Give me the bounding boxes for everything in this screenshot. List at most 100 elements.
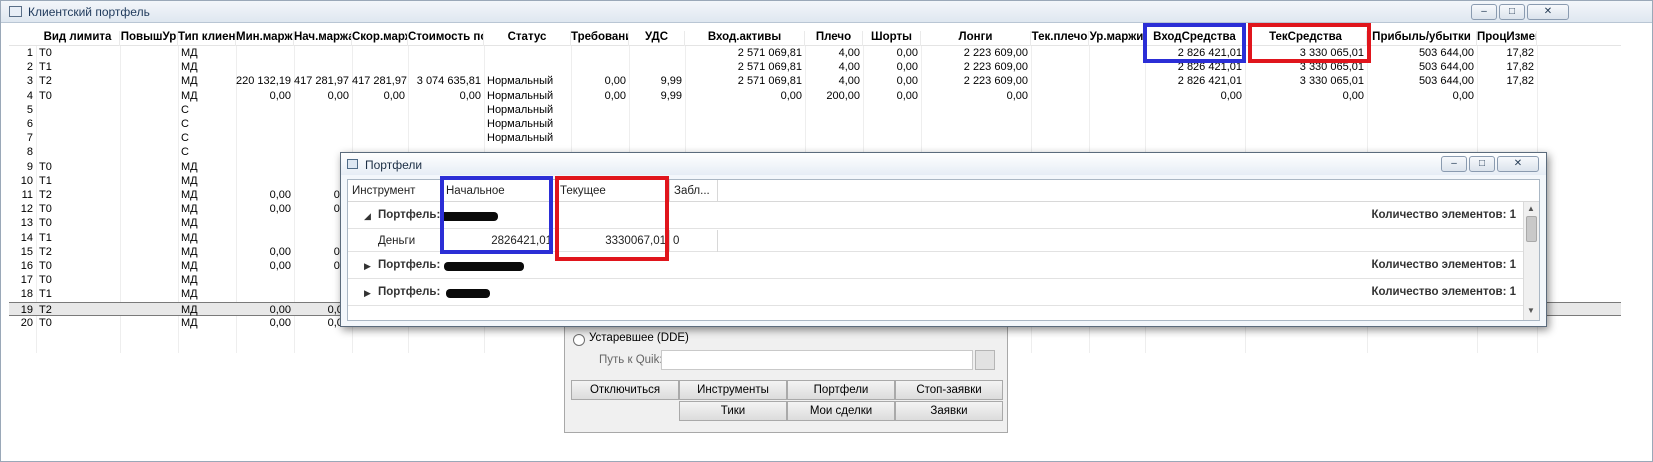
- cell-client-type: С: [181, 103, 189, 116]
- cell-client-type: МД: [181, 217, 198, 230]
- scroll-thumb[interactable]: [1526, 216, 1537, 242]
- cell-client-type: С: [181, 146, 189, 159]
- maximize-button[interactable]: □: [1499, 4, 1525, 20]
- table-row[interactable]: 7 С Нормальный: [9, 131, 1621, 145]
- my-trades-button[interactable]: Мои сделки: [787, 401, 895, 421]
- cell-limit-type: T1: [39, 174, 52, 187]
- cell-uds: 9,99: [660, 89, 682, 102]
- cell-min-margin: [236, 145, 294, 159]
- col-header-input-assets[interactable]: Вход.активы: [685, 31, 805, 46]
- cell-profit-loss: [1367, 131, 1477, 145]
- main-titlebar[interactable]: Клиентский портфель – □ ✕: [1, 1, 1652, 23]
- cell-client-type: МД: [181, 260, 198, 272]
- quik-path-input[interactable]: [661, 350, 973, 370]
- table-row[interactable]: 6 С Нормальный: [9, 117, 1621, 131]
- cell-init-margin: [294, 117, 352, 131]
- scroll-up-icon[interactable]: ▲: [1527, 204, 1535, 213]
- col-header-client-type[interactable]: Тип клиента: [178, 31, 236, 46]
- col-header-raise-level[interactable]: ПовышУр: [120, 31, 178, 46]
- group-label: Портфель:: [378, 259, 441, 271]
- col-header-longs[interactable]: Лонги: [921, 31, 1031, 46]
- cell-status: Нормальный: [487, 132, 554, 145]
- col-header-adj-margin[interactable]: Скор.маржа: [352, 31, 408, 46]
- col-header-shorts[interactable]: Шорты: [863, 31, 921, 46]
- close-button[interactable]: ✕: [1497, 156, 1539, 172]
- cell-client-type: МД: [181, 89, 198, 102]
- main-window-title: Клиентский портфель: [28, 5, 150, 19]
- col-header-cur-leverage[interactable]: Тек.плечо: [1031, 31, 1089, 46]
- col-header-limit-type[interactable]: Вид лимита: [36, 31, 120, 46]
- portfolios-button[interactable]: Портфели: [787, 380, 895, 400]
- cell-profit-loss: 503 644,00: [1418, 75, 1474, 88]
- col-header-margin-level[interactable]: Ур.маржи: [1089, 31, 1145, 46]
- cell-raise-level: [120, 103, 178, 117]
- disconnect-button[interactable]: Отключиться: [571, 380, 679, 400]
- cell-client-type: МД: [181, 274, 198, 287]
- close-button[interactable]: ✕: [1527, 4, 1569, 20]
- highlight-box-start: [440, 176, 553, 254]
- cell-init-margin: [294, 46, 352, 60]
- cell-min-margin: [236, 174, 294, 188]
- cell-input-assets: 2 571 069,81: [737, 47, 802, 59]
- cell-min-margin: [236, 160, 294, 174]
- stop-orders-button[interactable]: Стоп-заявки: [895, 380, 1003, 400]
- table-row[interactable]: 4 T0 МД 0,00 0,00 0,00 0,00 Нормальный 0,00 9,99 0…: [9, 89, 1621, 103]
- client-portfolio-window: Клиентский портфель – □ ✕ Вид лимита Пов…: [0, 0, 1653, 462]
- col-header-min-margin[interactable]: Мин.маржа: [236, 31, 294, 46]
- col-header-status[interactable]: Статус: [484, 31, 571, 46]
- row-number: 6: [26, 118, 33, 130]
- cell-input-funds: [1145, 103, 1245, 117]
- col-header-leverage[interactable]: Плечо: [805, 31, 863, 46]
- portfolio-group-row[interactable]: ▶ Портфель: Количество элементов: 1: [348, 280, 1524, 306]
- collapse-arrow-icon[interactable]: ◢: [364, 211, 371, 222]
- browse-button[interactable]: [975, 350, 995, 370]
- col-header-requirements[interactable]: Требования: [571, 31, 629, 46]
- vertical-scrollbar[interactable]: ▲ ▼: [1523, 202, 1539, 320]
- row-number: 12: [20, 203, 33, 216]
- expand-arrow-icon[interactable]: ▶: [364, 261, 371, 272]
- scroll-down-icon[interactable]: ▼: [1527, 306, 1535, 315]
- cell-shorts: [863, 117, 921, 131]
- cell-limit-type: [36, 131, 120, 145]
- ticks-button[interactable]: Тики: [679, 401, 787, 421]
- cell-pct-change: 17,82: [1506, 61, 1534, 74]
- cell-uds: 9,99: [660, 75, 682, 88]
- col-header-instrument[interactable]: Инструмент: [348, 180, 442, 202]
- cell-raise-level: [120, 216, 178, 230]
- cell-min-margin: [236, 117, 294, 131]
- cell-profit-loss: [1367, 103, 1477, 117]
- cell-raise-level: [120, 145, 178, 159]
- expand-arrow-icon[interactable]: ▶: [364, 288, 371, 299]
- col-header-value[interactable]: Стоимость по: [408, 31, 484, 46]
- cell-init-margin: [294, 60, 352, 74]
- table-row[interactable]: 1 T0 МД 2 571 069,81 4,00 0,00 2 223 609,00 2 8…: [9, 46, 1621, 60]
- cell-profit-loss: 0,00: [1452, 89, 1474, 102]
- cell-requirements: [571, 46, 629, 60]
- cell-min-margin: 0,00: [269, 189, 291, 201]
- cell-longs: [921, 131, 1031, 145]
- cell-raise-level: [120, 74, 178, 88]
- connection-panel: Устаревшее (DDE) Путь к Quik: Отключитьс…: [564, 319, 1008, 433]
- col-header-profit-loss[interactable]: Прибыль/убытки: [1367, 31, 1477, 46]
- instruments-button[interactable]: Инструменты: [679, 380, 787, 400]
- cell-value: [408, 46, 484, 60]
- col-header-uds[interactable]: УДС: [629, 31, 685, 46]
- table-row[interactable]: 2 T1 МД 2 571 069,81 4,00 0,00 2 223 609,00 2 8…: [9, 60, 1621, 74]
- col-header-init-margin[interactable]: Нач.маржа: [294, 31, 352, 46]
- col-header-blocked[interactable]: Забл...: [670, 180, 718, 202]
- dde-radio[interactable]: [573, 334, 585, 346]
- portfolios-window-title: Портфели: [365, 158, 423, 172]
- col-header-pct-change[interactable]: ПроцИзмен: [1477, 31, 1537, 46]
- maximize-button[interactable]: □: [1469, 156, 1495, 172]
- minimize-button[interactable]: –: [1441, 156, 1467, 172]
- minimize-button[interactable]: –: [1471, 4, 1497, 20]
- cell-raise-level: [120, 316, 178, 330]
- table-row[interactable]: 3 T2 МД 220 132,19 417 281,97 417 281,97 3 074…: [9, 74, 1621, 88]
- portfolios-titlebar[interactable]: Портфели – □ ✕: [341, 153, 1546, 175]
- cell-raise-level: [120, 131, 178, 145]
- cell-shorts: [863, 131, 921, 145]
- table-row[interactable]: 5 С Нормальный: [9, 103, 1621, 117]
- orders-button[interactable]: Заявки: [895, 401, 1003, 421]
- portfolio-group-row[interactable]: ▶ Портфель: Количество элементов: 1: [348, 253, 1524, 279]
- cell-uds: [629, 60, 685, 74]
